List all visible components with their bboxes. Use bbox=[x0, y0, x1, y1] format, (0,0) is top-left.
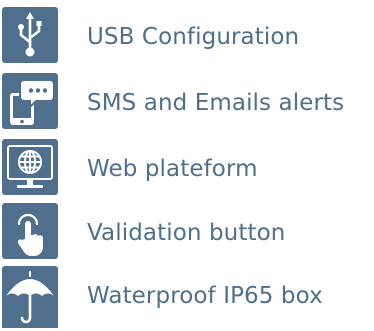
feature-label: Validation button bbox=[87, 220, 286, 246]
phone-message-icon bbox=[2, 73, 58, 129]
feature-web-platform: Web plateform bbox=[0, 139, 374, 201]
globe-monitor-icon bbox=[2, 139, 58, 195]
feature-label: Waterproof IP65 box bbox=[87, 283, 323, 309]
feature-label: USB Configuration bbox=[87, 24, 300, 50]
feature-waterproof-box: Waterproof IP65 box bbox=[0, 266, 374, 328]
feature-usb-configuration: USB Configuration bbox=[0, 7, 374, 69]
feature-validation-button: Validation button bbox=[0, 203, 374, 265]
feature-label: SMS and Emails alerts bbox=[87, 90, 345, 116]
umbrella-icon bbox=[2, 266, 58, 328]
feature-list: USB Configuration SMS and Emails alerts bbox=[0, 0, 374, 331]
feature-label: Web plateform bbox=[87, 156, 258, 182]
feature-sms-email-alerts: SMS and Emails alerts bbox=[0, 73, 374, 135]
usb-icon bbox=[2, 7, 58, 63]
finger-press-icon bbox=[2, 203, 58, 259]
